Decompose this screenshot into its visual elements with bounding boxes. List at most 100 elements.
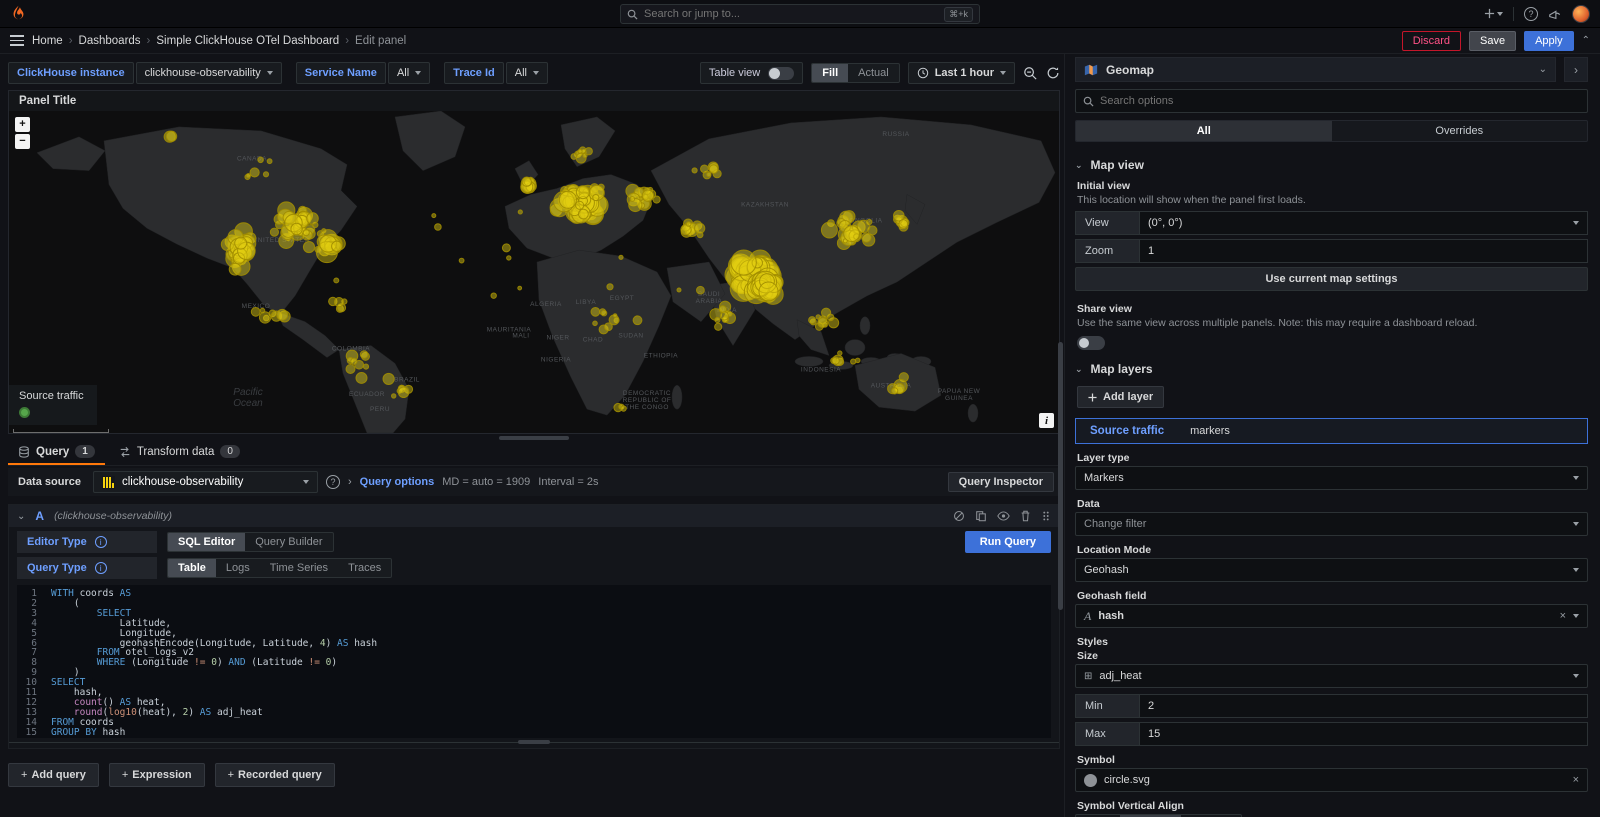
editor-type-query-builder[interactable]: Query Builder	[245, 533, 332, 551]
query-options-chevron-icon[interactable]: ›	[348, 476, 352, 488]
map-country-label: PAPUA NEW	[938, 388, 981, 395]
share-view-toggle[interactable]	[1077, 336, 1105, 350]
options-search-input[interactable]	[1100, 95, 1580, 107]
clear-icon[interactable]: ×	[1573, 774, 1579, 786]
breadcrumb-item-simple-clickhouse-otel-dashboard[interactable]: Simple ClickHouse OTel Dashboard	[156, 35, 339, 47]
filter-value-select[interactable]: All	[388, 62, 430, 84]
query-type-logs[interactable]: Logs	[216, 559, 260, 577]
collapse-header-icon[interactable]: ⌃	[1582, 35, 1590, 46]
options-search[interactable]	[1075, 89, 1588, 113]
options-tab-all[interactable]: All	[1076, 121, 1332, 141]
section-map-layers[interactable]: ⌄ Map layers	[1075, 362, 1588, 376]
symbol-select[interactable]: circle.svg ×	[1075, 768, 1588, 792]
section-map-view[interactable]: ⌄ Map view	[1075, 158, 1588, 172]
fit-mode-fill[interactable]: Fill	[812, 64, 848, 82]
query-card-header[interactable]: ⌄ A (clickhouse-observability)	[9, 505, 1059, 527]
filter-service-name: Service NameAll	[296, 62, 430, 84]
expression-button[interactable]: +Expression	[109, 763, 205, 787]
use-current-map-settings-button[interactable]: Use current map settings	[1075, 267, 1588, 291]
refresh-icon[interactable]	[1046, 66, 1060, 80]
map-marker	[576, 186, 589, 199]
editor-resize-handle[interactable]	[9, 742, 1059, 748]
data-filter-value: Change filter	[1084, 518, 1566, 530]
zoom-out-time-icon[interactable]	[1023, 66, 1038, 81]
datasource-picker[interactable]: clickhouse-observability	[93, 471, 318, 493]
query-type-table[interactable]: Table	[168, 559, 216, 577]
map-marker	[653, 196, 660, 203]
info-icon[interactable]: i	[95, 562, 107, 574]
location-mode-select[interactable]: Geohash	[1075, 558, 1588, 582]
search-input[interactable]	[644, 8, 938, 20]
query-options-link[interactable]: Query options	[360, 476, 435, 488]
help-icon[interactable]: ?	[1524, 7, 1538, 21]
datasource-help-icon[interactable]: ?	[326, 475, 340, 489]
menu-toggle-icon[interactable]	[10, 35, 24, 46]
options-tab-overrides[interactable]: Overrides	[1332, 121, 1588, 141]
drag-handle-icon[interactable]	[1041, 510, 1051, 522]
table-view-label: Table view	[709, 67, 760, 79]
code-token: (Latitude	[246, 657, 309, 668]
button-label: Add query	[31, 769, 85, 781]
sql-code-editor[interactable]: 1WITH coords AS2 (3 SELECT4 Latitude,5 L…	[17, 585, 1051, 738]
geomap-icon	[1084, 63, 1098, 77]
query-type-time-series[interactable]: Time Series	[260, 559, 338, 577]
discard-button[interactable]: Discard	[1402, 31, 1461, 51]
data-filter-select[interactable]: Change filter	[1075, 512, 1588, 536]
duplicate-query-icon[interactable]	[975, 510, 987, 522]
layer-row-source-traffic[interactable]: Source traffic markers	[1075, 418, 1588, 444]
zoom-input[interactable]: 1	[1139, 239, 1588, 263]
filter-value-select[interactable]: All	[506, 62, 548, 84]
save-button[interactable]: Save	[1469, 31, 1516, 51]
breadcrumb-item-dashboards[interactable]: Dashboards	[79, 35, 141, 47]
apply-button[interactable]: Apply	[1524, 31, 1574, 51]
scrollbar-thumb[interactable]	[1058, 342, 1063, 610]
fit-mode-actual[interactable]: Actual	[848, 64, 899, 82]
table-view-switch[interactable]	[768, 67, 794, 80]
global-search[interactable]: ⌘+k	[620, 4, 980, 24]
map-canvas[interactable]: RUSSIACANADAUNITED STATESMEXICOCOLOMBIAE…	[9, 111, 1059, 433]
chevron-down-icon	[415, 71, 421, 75]
recorded-query-button[interactable]: +Recorded query	[215, 763, 335, 787]
map-marker	[522, 177, 531, 186]
filter-value-select[interactable]: clickhouse-observability	[136, 62, 282, 84]
delete-query-icon[interactable]	[1020, 510, 1031, 522]
geohash-field-select[interactable]: A hash ×	[1075, 604, 1588, 628]
breadcrumb-item-edit-panel[interactable]: Edit panel	[355, 35, 406, 47]
view-select[interactable]: (0°, 0°)	[1139, 211, 1588, 235]
map-marker	[459, 258, 464, 263]
grafana-logo[interactable]	[10, 5, 27, 22]
map-zoom-in-button[interactable]: +	[15, 117, 30, 132]
avatar[interactable]	[1572, 5, 1590, 23]
editor-type-sql-editor[interactable]: SQL Editor	[168, 533, 245, 551]
collapse-options-button[interactable]: ›	[1564, 57, 1588, 82]
tab-transform-data[interactable]: Transform data0	[109, 441, 250, 465]
map-attribution-button[interactable]: i	[1039, 413, 1054, 428]
table-view-toggle[interactable]: Table view	[700, 62, 803, 84]
disable-query-icon[interactable]	[953, 510, 965, 522]
map-marker	[715, 323, 722, 330]
query-ref-id[interactable]: A	[35, 509, 44, 523]
geomap-panel: Panel Title	[8, 90, 1060, 434]
options-scroll-area[interactable]: ⌄ Map view Initial view This location wi…	[1075, 146, 1588, 817]
panel-resize-handle[interactable]	[8, 434, 1060, 441]
size-field-select[interactable]: ⊞ adj_heat	[1075, 664, 1588, 688]
max-input[interactable]: 15	[1139, 722, 1588, 746]
min-input[interactable]: 2	[1139, 694, 1588, 718]
map-zoom-out-button[interactable]: −	[15, 134, 30, 149]
run-query-button[interactable]: Run Query	[965, 531, 1051, 553]
tab-query[interactable]: Query1	[8, 441, 105, 465]
add-layer-button[interactable]: Add layer	[1077, 386, 1164, 408]
news-icon[interactable]	[1548, 7, 1562, 21]
query-type-traces[interactable]: Traces	[338, 559, 391, 577]
add-query-button[interactable]: +Add query	[8, 763, 99, 787]
collapse-query-icon[interactable]: ⌄	[17, 511, 25, 522]
layer-type-select[interactable]: Markers	[1075, 466, 1588, 490]
breadcrumb-item-home[interactable]: Home	[32, 35, 63, 47]
query-inspector-button[interactable]: Query Inspector	[948, 472, 1054, 492]
clear-icon[interactable]: ×	[1560, 610, 1566, 622]
new-menu-button[interactable]	[1484, 8, 1503, 19]
info-icon[interactable]: i	[95, 536, 107, 548]
visualization-picker[interactable]: Geomap ⌄	[1075, 57, 1556, 82]
time-range-picker[interactable]: Last 1 hour	[908, 62, 1015, 84]
hide-response-icon[interactable]	[997, 510, 1010, 522]
